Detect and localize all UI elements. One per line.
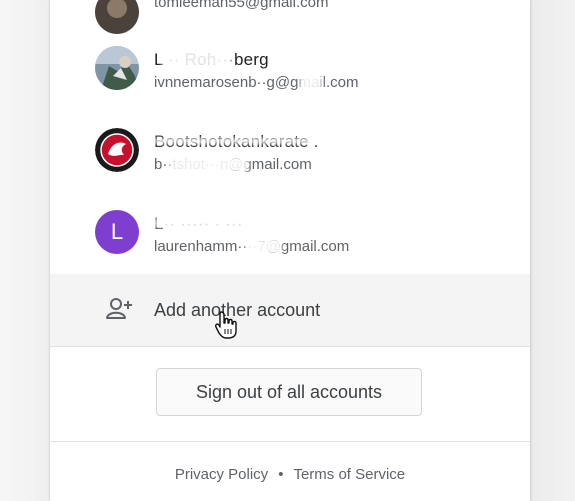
footer-separator: • bbox=[278, 466, 284, 483]
redaction-mask bbox=[300, 74, 322, 90]
terms-of-service-link[interactable]: Terms of Service bbox=[293, 466, 405, 483]
account-switcher-panel: tomleeman55@gmail.com L ·· Roh···berg iv… bbox=[50, 0, 530, 501]
avatar-letter: L bbox=[95, 210, 139, 254]
footer-links: Privacy Policy • Terms of Service bbox=[50, 466, 530, 483]
privacy-policy-link[interactable]: Privacy Policy bbox=[175, 466, 268, 483]
avatar-initial: L bbox=[110, 219, 124, 244]
redaction-mask bbox=[154, 218, 354, 228]
add-another-account-button[interactable]: Add another account bbox=[50, 274, 530, 346]
profile-photo-icon bbox=[95, 46, 139, 90]
account-item[interactable]: L L·· ····· · ··· laurenhamm····7@gmail.… bbox=[50, 192, 530, 272]
sign-out-all-button[interactable]: Sign out of all accounts bbox=[156, 368, 422, 416]
account-item[interactable]: Bootshotokankarate . b··tshot···n@gmail.… bbox=[50, 110, 530, 190]
background-left bbox=[0, 0, 49, 501]
account-email: ivnnemarosenb··g@gmail.com bbox=[154, 74, 359, 91]
redaction-mask bbox=[154, 138, 334, 144]
divider bbox=[50, 346, 530, 347]
account-email: tomleeman55@gmail.com bbox=[154, 0, 329, 11]
redaction-mask bbox=[246, 238, 282, 254]
redaction-mask bbox=[162, 50, 232, 68]
hand-cursor-icon bbox=[215, 311, 237, 339]
background-right bbox=[530, 0, 575, 501]
divider bbox=[50, 441, 530, 442]
redaction-mask bbox=[170, 156, 248, 172]
screen: tomleeman55@gmail.com L ·· Roh···berg iv… bbox=[0, 0, 575, 501]
karate-logo-icon bbox=[95, 128, 139, 172]
account-item[interactable]: L ·· Roh···berg ivnnemarosenb··g@gmail.c… bbox=[50, 28, 530, 108]
person-add-icon bbox=[106, 298, 132, 319]
